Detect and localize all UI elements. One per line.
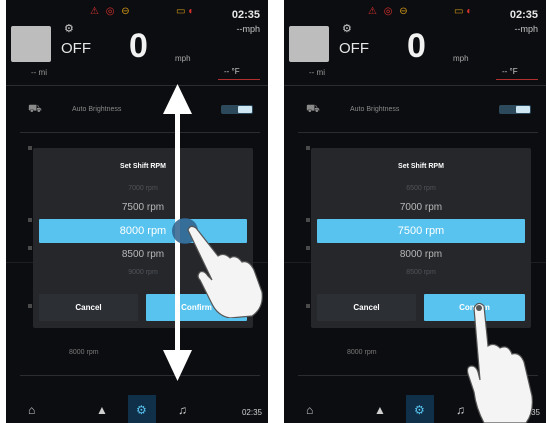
rpm-option[interactable]: 7000 rpm [311,202,531,213]
oil-icon: ⊖ [399,6,410,17]
screen-left: ⚠ ◎ ⊖ ▭ ◐ 02:35 --mph ⚙ OFF 0 mph -- mi … [6,0,268,423]
rpm-option-selected[interactable]: 7500 rpm [317,219,525,243]
rpm-option[interactable]: 6500 rpm [311,185,531,192]
cancel-button[interactable]: Cancel [317,294,416,321]
auto-brightness-toggle[interactable] [499,105,531,114]
speed-readout: 0 [407,27,426,65]
temperature-readout: -- °F [502,67,518,76]
setting-label: Auto Brightness [350,106,400,113]
gear-icon: ⚙ [342,23,352,35]
top-unit: --mph [514,24,538,34]
row-marker [306,218,310,222]
row-marker [306,246,310,250]
scroll-gesture-arrow [163,84,198,381]
warning-icons: ⚠ ◎ ⊖ [368,6,410,17]
speed-unit: mph [453,54,469,63]
trip-readout: -- mi [309,68,325,77]
battery-icon: ▭ [454,6,464,17]
rpm-option[interactable]: 8000 rpm [311,249,531,260]
gear-indicator-box [289,26,329,62]
divider [284,85,546,86]
settings-icon[interactable]: ⚙ [414,403,425,417]
gear-status: OFF [339,40,369,57]
temperature-underline [496,79,538,80]
navigation-icon[interactable]: ▲ [374,403,386,417]
screen-right: ⚠ ◎ ⊖ ▭ ◐ 02:35 --mph ⚙ OFF 0 mph -- mi … [284,0,546,423]
shift-rpm-value: 8000 rpm [347,349,377,356]
divider [298,132,538,133]
high-beam-icon: ◐ [466,6,473,17]
row-marker [306,304,310,308]
rpm-option[interactable]: 8500 rpm [311,269,531,276]
motorcycle-icon: ⛟ [306,103,320,115]
toggle-knob [516,106,530,113]
status-icons: ▭ ◐ [454,6,472,17]
hand-swipe-icon [187,225,263,318]
dialog-title: Set Shift RPM [398,163,444,170]
home-icon[interactable]: ⌂ [306,403,313,417]
row-marker [306,146,310,150]
hand-tap-icon [466,302,533,423]
clock: 02:35 [509,9,538,21]
engine-warning-icon: ⚠ [368,6,379,17]
tire-pressure-icon: ◎ [383,6,395,17]
